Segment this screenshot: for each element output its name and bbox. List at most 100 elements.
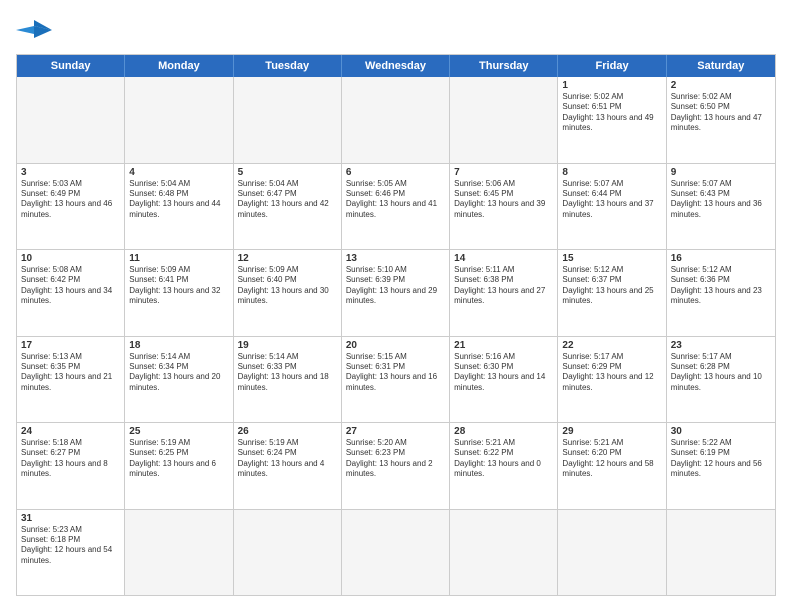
day-number: 14 bbox=[454, 253, 553, 264]
calendar-cell: 8Sunrise: 5:07 AM Sunset: 6:44 PM Daylig… bbox=[558, 164, 666, 250]
calendar-cell: 1Sunrise: 5:02 AM Sunset: 6:51 PM Daylig… bbox=[558, 77, 666, 163]
calendar-cell: 11Sunrise: 5:09 AM Sunset: 6:41 PM Dayli… bbox=[125, 250, 233, 336]
calendar-body: 1Sunrise: 5:02 AM Sunset: 6:51 PM Daylig… bbox=[17, 77, 775, 595]
day-number: 29 bbox=[562, 426, 661, 437]
calendar-cell: 22Sunrise: 5:17 AM Sunset: 6:29 PM Dayli… bbox=[558, 337, 666, 423]
day-number: 2 bbox=[671, 80, 771, 91]
day-number: 24 bbox=[21, 426, 120, 437]
calendar-cell bbox=[125, 77, 233, 163]
calendar-cell: 13Sunrise: 5:10 AM Sunset: 6:39 PM Dayli… bbox=[342, 250, 450, 336]
cell-sun-info: Sunrise: 5:05 AM Sunset: 6:46 PM Dayligh… bbox=[346, 179, 445, 221]
day-number: 7 bbox=[454, 167, 553, 178]
cell-sun-info: Sunrise: 5:19 AM Sunset: 6:25 PM Dayligh… bbox=[129, 438, 228, 480]
header-day-sunday: Sunday bbox=[17, 55, 125, 77]
calendar-cell: 20Sunrise: 5:15 AM Sunset: 6:31 PM Dayli… bbox=[342, 337, 450, 423]
calendar-cell: 21Sunrise: 5:16 AM Sunset: 6:30 PM Dayli… bbox=[450, 337, 558, 423]
cell-sun-info: Sunrise: 5:21 AM Sunset: 6:20 PM Dayligh… bbox=[562, 438, 661, 480]
cell-sun-info: Sunrise: 5:11 AM Sunset: 6:38 PM Dayligh… bbox=[454, 265, 553, 307]
calendar-cell bbox=[450, 77, 558, 163]
day-number: 1 bbox=[562, 80, 661, 91]
header-day-thursday: Thursday bbox=[450, 55, 558, 77]
header bbox=[16, 16, 776, 44]
day-number: 13 bbox=[346, 253, 445, 264]
cell-sun-info: Sunrise: 5:09 AM Sunset: 6:40 PM Dayligh… bbox=[238, 265, 337, 307]
cell-sun-info: Sunrise: 5:09 AM Sunset: 6:41 PM Dayligh… bbox=[129, 265, 228, 307]
calendar-cell bbox=[450, 510, 558, 596]
day-number: 10 bbox=[21, 253, 120, 264]
cell-sun-info: Sunrise: 5:15 AM Sunset: 6:31 PM Dayligh… bbox=[346, 352, 445, 394]
page: SundayMondayTuesdayWednesdayThursdayFrid… bbox=[0, 0, 792, 612]
calendar: SundayMondayTuesdayWednesdayThursdayFrid… bbox=[16, 54, 776, 596]
calendar-cell: 31Sunrise: 5:23 AM Sunset: 6:18 PM Dayli… bbox=[17, 510, 125, 596]
cell-sun-info: Sunrise: 5:06 AM Sunset: 6:45 PM Dayligh… bbox=[454, 179, 553, 221]
calendar-cell: 2Sunrise: 5:02 AM Sunset: 6:50 PM Daylig… bbox=[667, 77, 775, 163]
calendar-cell bbox=[342, 510, 450, 596]
calendar-cell bbox=[342, 77, 450, 163]
cell-sun-info: Sunrise: 5:07 AM Sunset: 6:43 PM Dayligh… bbox=[671, 179, 771, 221]
day-number: 9 bbox=[671, 167, 771, 178]
day-number: 3 bbox=[21, 167, 120, 178]
cell-sun-info: Sunrise: 5:02 AM Sunset: 6:50 PM Dayligh… bbox=[671, 92, 771, 134]
calendar-cell: 5Sunrise: 5:04 AM Sunset: 6:47 PM Daylig… bbox=[234, 164, 342, 250]
calendar-cell: 16Sunrise: 5:12 AM Sunset: 6:36 PM Dayli… bbox=[667, 250, 775, 336]
day-number: 4 bbox=[129, 167, 228, 178]
calendar-cell: 18Sunrise: 5:14 AM Sunset: 6:34 PM Dayli… bbox=[125, 337, 233, 423]
day-number: 28 bbox=[454, 426, 553, 437]
day-number: 17 bbox=[21, 340, 120, 351]
cell-sun-info: Sunrise: 5:20 AM Sunset: 6:23 PM Dayligh… bbox=[346, 438, 445, 480]
cell-sun-info: Sunrise: 5:21 AM Sunset: 6:22 PM Dayligh… bbox=[454, 438, 553, 480]
day-number: 16 bbox=[671, 253, 771, 264]
header-day-wednesday: Wednesday bbox=[342, 55, 450, 77]
calendar-week-5: 31Sunrise: 5:23 AM Sunset: 6:18 PM Dayli… bbox=[17, 509, 775, 596]
cell-sun-info: Sunrise: 5:17 AM Sunset: 6:28 PM Dayligh… bbox=[671, 352, 771, 394]
cell-sun-info: Sunrise: 5:02 AM Sunset: 6:51 PM Dayligh… bbox=[562, 92, 661, 134]
day-number: 22 bbox=[562, 340, 661, 351]
calendar-cell: 27Sunrise: 5:20 AM Sunset: 6:23 PM Dayli… bbox=[342, 423, 450, 509]
cell-sun-info: Sunrise: 5:22 AM Sunset: 6:19 PM Dayligh… bbox=[671, 438, 771, 480]
cell-sun-info: Sunrise: 5:16 AM Sunset: 6:30 PM Dayligh… bbox=[454, 352, 553, 394]
day-number: 5 bbox=[238, 167, 337, 178]
header-day-saturday: Saturday bbox=[667, 55, 775, 77]
day-number: 25 bbox=[129, 426, 228, 437]
calendar-cell: 14Sunrise: 5:11 AM Sunset: 6:38 PM Dayli… bbox=[450, 250, 558, 336]
calendar-cell bbox=[667, 510, 775, 596]
calendar-week-1: 3Sunrise: 5:03 AM Sunset: 6:49 PM Daylig… bbox=[17, 163, 775, 250]
calendar-cell: 7Sunrise: 5:06 AM Sunset: 6:45 PM Daylig… bbox=[450, 164, 558, 250]
cell-sun-info: Sunrise: 5:12 AM Sunset: 6:37 PM Dayligh… bbox=[562, 265, 661, 307]
calendar-cell: 17Sunrise: 5:13 AM Sunset: 6:35 PM Dayli… bbox=[17, 337, 125, 423]
day-number: 21 bbox=[454, 340, 553, 351]
day-number: 12 bbox=[238, 253, 337, 264]
calendar-cell: 6Sunrise: 5:05 AM Sunset: 6:46 PM Daylig… bbox=[342, 164, 450, 250]
day-number: 23 bbox=[671, 340, 771, 351]
cell-sun-info: Sunrise: 5:19 AM Sunset: 6:24 PM Dayligh… bbox=[238, 438, 337, 480]
calendar-cell bbox=[234, 510, 342, 596]
day-number: 15 bbox=[562, 253, 661, 264]
cell-sun-info: Sunrise: 5:07 AM Sunset: 6:44 PM Dayligh… bbox=[562, 179, 661, 221]
day-number: 19 bbox=[238, 340, 337, 351]
header-day-friday: Friday bbox=[558, 55, 666, 77]
calendar-cell: 19Sunrise: 5:14 AM Sunset: 6:33 PM Dayli… bbox=[234, 337, 342, 423]
cell-sun-info: Sunrise: 5:12 AM Sunset: 6:36 PM Dayligh… bbox=[671, 265, 771, 307]
calendar-week-0: 1Sunrise: 5:02 AM Sunset: 6:51 PM Daylig… bbox=[17, 77, 775, 163]
calendar-cell bbox=[558, 510, 666, 596]
cell-sun-info: Sunrise: 5:03 AM Sunset: 6:49 PM Dayligh… bbox=[21, 179, 120, 221]
cell-sun-info: Sunrise: 5:04 AM Sunset: 6:48 PM Dayligh… bbox=[129, 179, 228, 221]
day-number: 20 bbox=[346, 340, 445, 351]
day-number: 26 bbox=[238, 426, 337, 437]
cell-sun-info: Sunrise: 5:10 AM Sunset: 6:39 PM Dayligh… bbox=[346, 265, 445, 307]
calendar-cell: 15Sunrise: 5:12 AM Sunset: 6:37 PM Dayli… bbox=[558, 250, 666, 336]
calendar-cell: 4Sunrise: 5:04 AM Sunset: 6:48 PM Daylig… bbox=[125, 164, 233, 250]
calendar-cell: 28Sunrise: 5:21 AM Sunset: 6:22 PM Dayli… bbox=[450, 423, 558, 509]
calendar-cell: 23Sunrise: 5:17 AM Sunset: 6:28 PM Dayli… bbox=[667, 337, 775, 423]
calendar-cell bbox=[234, 77, 342, 163]
cell-sun-info: Sunrise: 5:23 AM Sunset: 6:18 PM Dayligh… bbox=[21, 525, 120, 567]
day-number: 6 bbox=[346, 167, 445, 178]
calendar-cell: 25Sunrise: 5:19 AM Sunset: 6:25 PM Dayli… bbox=[125, 423, 233, 509]
logo-bird-icon bbox=[16, 16, 52, 44]
day-number: 27 bbox=[346, 426, 445, 437]
calendar-week-2: 10Sunrise: 5:08 AM Sunset: 6:42 PM Dayli… bbox=[17, 249, 775, 336]
cell-sun-info: Sunrise: 5:04 AM Sunset: 6:47 PM Dayligh… bbox=[238, 179, 337, 221]
calendar-cell: 26Sunrise: 5:19 AM Sunset: 6:24 PM Dayli… bbox=[234, 423, 342, 509]
cell-sun-info: Sunrise: 5:08 AM Sunset: 6:42 PM Dayligh… bbox=[21, 265, 120, 307]
day-number: 8 bbox=[562, 167, 661, 178]
